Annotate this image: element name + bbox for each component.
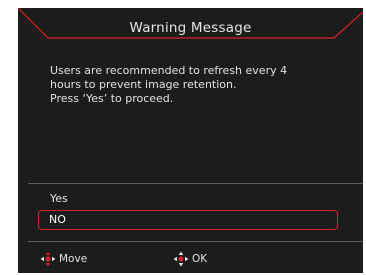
dpad-move-icon (40, 251, 56, 267)
warning-message: Users are recommended to refresh every 4… (50, 64, 340, 106)
dpad-ok-icon (173, 251, 189, 267)
options-divider-bottom (28, 241, 363, 242)
footer-ok-label: OK (192, 253, 208, 265)
options-divider-top (28, 183, 363, 184)
message-line-1: Users are recommended to refresh every 4 (50, 64, 288, 77)
footer-ok-hint: OK (173, 251, 207, 267)
option-no[interactable]: NO (38, 210, 338, 230)
dialog-title: Warning Message (129, 20, 252, 36)
message-line-3: Press ‘Yes’ to proceed. (50, 92, 174, 105)
warning-dialog: Warning Message Users are recommended to… (18, 8, 363, 273)
title-bar: Warning Message (18, 8, 363, 48)
option-yes[interactable]: Yes (50, 192, 68, 205)
message-line-2: hours to prevent image retention. (50, 78, 237, 91)
footer-move-label: Move (59, 253, 88, 265)
footer-move-hint: Move (40, 251, 87, 267)
